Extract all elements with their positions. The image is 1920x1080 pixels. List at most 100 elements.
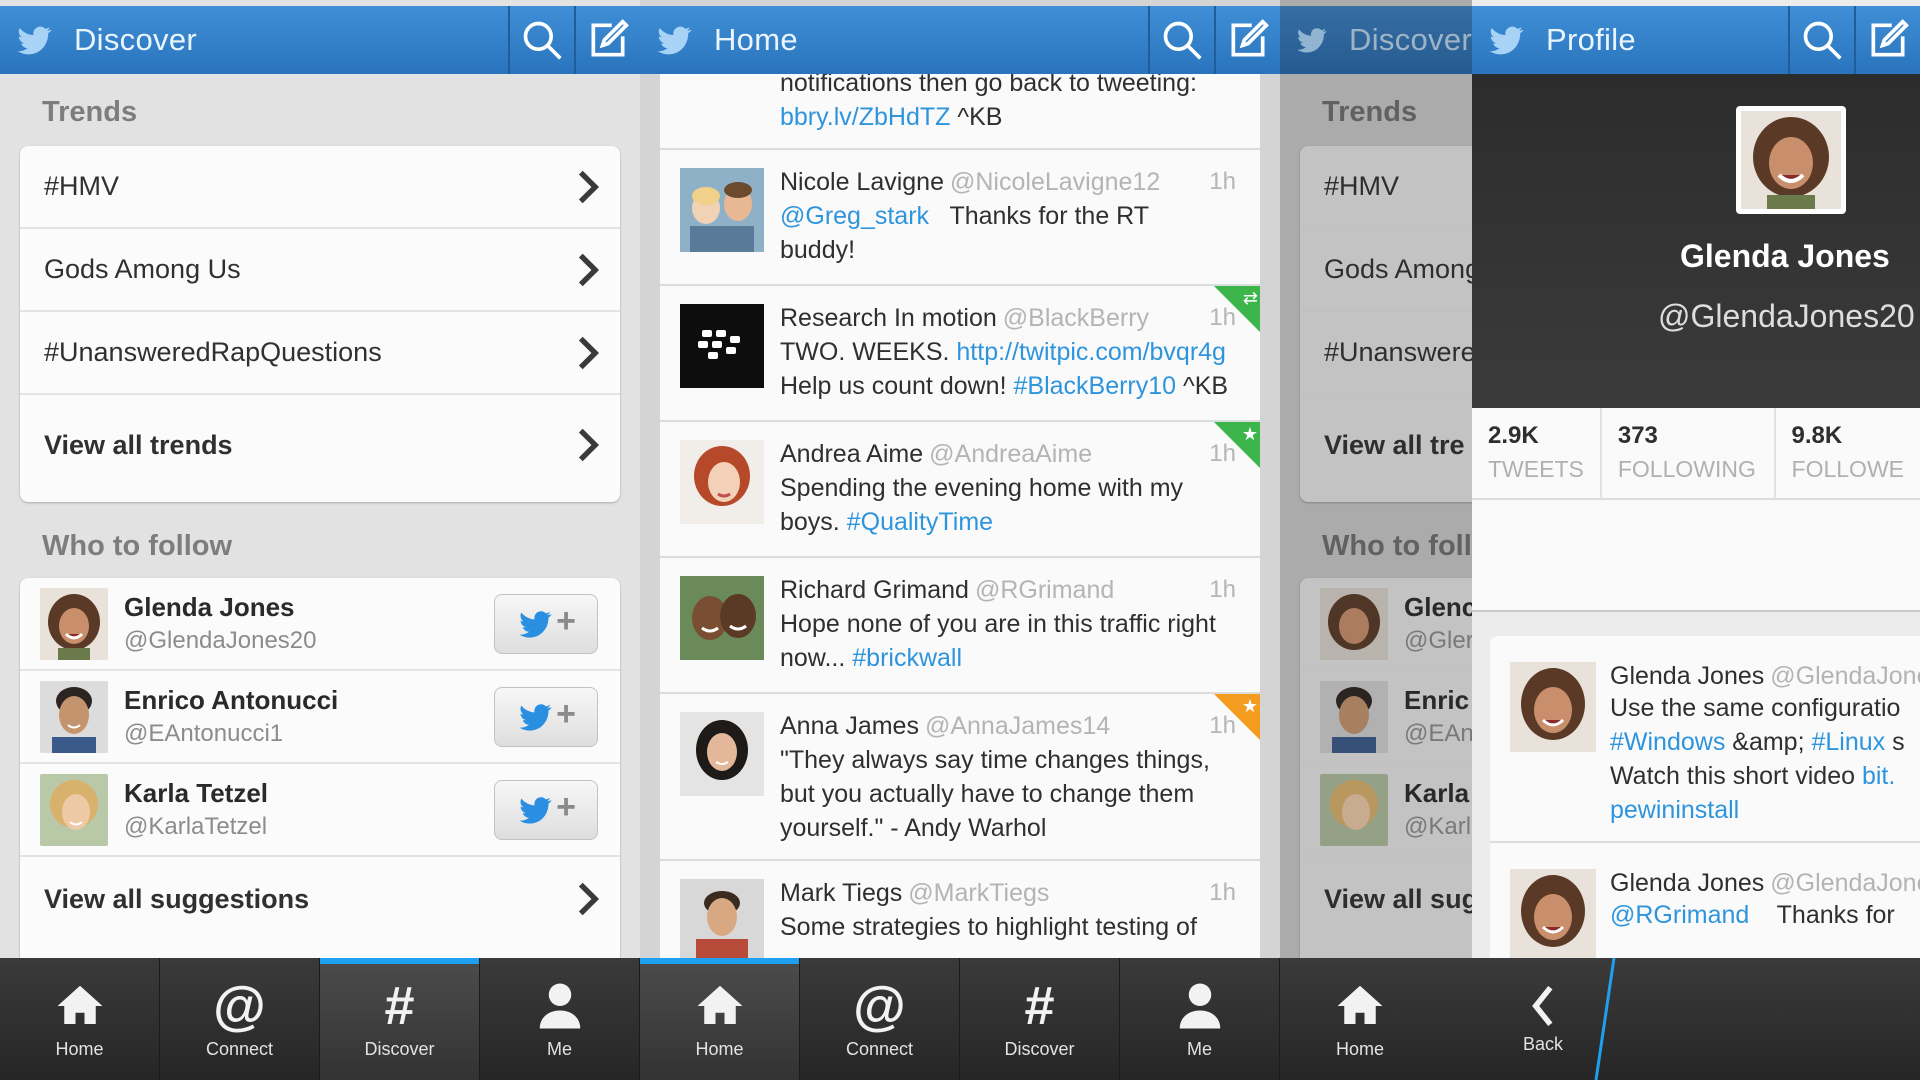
tweet-text: Hope none of you are in this traffic rig… [780, 610, 1216, 672]
compose-icon [1871, 19, 1909, 57]
suggestion-row[interactable]: Glenc @Gler [1300, 578, 1472, 671]
compose-button[interactable] [1214, 6, 1280, 74]
follow-button[interactable]: + [494, 593, 598, 654]
tweet-link[interactable]: bit. [1862, 762, 1895, 790]
tab-home[interactable]: Home [640, 958, 800, 1080]
suggestion-row[interactable]: Glenda Jones @GlendaJones20 + [20, 578, 620, 671]
tab-connect[interactable]: @ Connect [160, 958, 320, 1080]
tweet-hashtag[interactable]: #QualityTime [847, 508, 993, 536]
trends-card: #HMV Gods Among Us #UnansweredRapQuestio… [20, 146, 620, 502]
tweet-text: Some strategies to highlight testing of [780, 913, 1197, 941]
profile-handle: @GlendaJones20 [1658, 298, 1915, 334]
tweet-partial[interactable]: notifications then go back to tweeting: b… [660, 74, 1260, 150]
tweet-hashtag[interactable]: #BlackBerry10 [1013, 372, 1176, 400]
suggestion-row[interactable]: Enrico Antonucci @EAntonucci1 + [20, 671, 620, 764]
tab-home[interactable]: Home [0, 958, 160, 1080]
profile-titlebar: Profile [1472, 6, 1920, 74]
stat-followers[interactable]: 9.8K FOLLOWE [1776, 408, 1920, 498]
view-all-suggestions[interactable]: View all suggestions [20, 857, 620, 941]
search-button[interactable] [1788, 6, 1854, 74]
trend-item[interactable]: #UnansweredRapQuestions [20, 312, 620, 395]
tab-me[interactable]: Me [1120, 958, 1280, 1080]
tweet-hashtag[interactable]: #Linux [1812, 728, 1886, 756]
home-timeline[interactable]: notifications then go back to tweeting: b… [660, 74, 1260, 958]
avatar [40, 587, 108, 660]
tweet[interactable]: Glenda Jones @GlendaJone @RGrimand Thanks… [1490, 843, 1920, 958]
trend-label: #HMV [44, 171, 120, 201]
stat-number: 9.8K [1791, 422, 1843, 449]
tweet-mention[interactable]: @Greg_stark [780, 202, 929, 230]
tweet[interactable]: ★ Anna James @AnnaJames14 1h "They always… [660, 694, 1260, 861]
tab-discover[interactable]: # Discover [960, 958, 1120, 1080]
profile-timeline[interactable]: Glenda Jones @GlendaJone Use the same con… [1490, 636, 1920, 958]
trend-item[interactable]: #Unanswere [1300, 312, 1472, 395]
screen: Discover Trends #HMV Gods Among Us #Unan… [0, 0, 1920, 1080]
follow-button[interactable]: + [494, 779, 598, 840]
compose-button[interactable] [1854, 6, 1920, 74]
tweet-handle: @RGrimand [974, 576, 1115, 604]
tweet-handle: @AndreaAime [929, 440, 1093, 468]
tweet[interactable]: ⇄ Research In motion @BlackBerry 1h TWO. … [660, 286, 1260, 422]
tab-home[interactable]: Home [1280, 958, 1440, 1080]
tab-connect[interactable]: @ Connect [800, 958, 960, 1080]
trend-item[interactable]: Gods Among [1300, 229, 1472, 312]
tweet-mention[interactable]: @RGrimand [1610, 901, 1749, 929]
trend-item[interactable]: #HMV [20, 146, 620, 229]
tweet[interactable]: Mark Tiegs @MarkTiegs 1h Some strategies … [660, 861, 1260, 958]
avatar [1510, 662, 1596, 752]
chevron-right-icon [578, 170, 600, 203]
tweet-hashtag[interactable]: #brickwall [852, 644, 962, 672]
suggestion-row[interactable]: Enric @EAn [1300, 671, 1472, 764]
tweet-handle: @MarkTiegs [908, 879, 1050, 907]
chevron-right-icon [578, 336, 600, 369]
view-all-suggestions[interactable]: View all sug [1300, 857, 1472, 941]
tweet[interactable]: Glenda Jones @GlendaJone Use the same con… [1490, 636, 1920, 843]
plus-icon: + [556, 602, 576, 640]
tweet[interactable]: Richard Grimand @RGrimand 1h Hope none of… [660, 558, 1260, 694]
profile-avatar[interactable] [1736, 106, 1846, 214]
trend-item[interactable]: Gods Among Us [20, 229, 620, 312]
stat-label: TWEETS [1488, 456, 1584, 482]
search-button[interactable] [1148, 6, 1214, 74]
suggestion-handle: @GlendaJones20 [124, 627, 317, 654]
tweet-link[interactable]: bbry.lv/ZbHdTZ [780, 103, 950, 131]
view-all-trends[interactable]: View all trends [20, 395, 620, 495]
tweet-handle: @AnnaJames14 [924, 712, 1111, 740]
compose-button[interactable] [574, 6, 640, 74]
tweet-text: Use the same configuratio #Windows &amp; … [1610, 694, 1905, 824]
stat-following[interactable]: 373 FOLLOWING [1602, 408, 1776, 498]
back-button[interactable]: Back [1480, 958, 1606, 1080]
search-button[interactable] [508, 6, 574, 74]
tab-label: Home [695, 1038, 744, 1059]
trend-item[interactable]: #HMV [1300, 146, 1472, 229]
tab-discover[interactable]: # Discover [320, 958, 480, 1080]
profile-pane: Profile Glenda Jones @GlendaJones20 2.9K… [1472, 0, 1920, 1080]
tab-label: Discover [364, 1038, 435, 1059]
tweet-link[interactable]: http://twitpic.com/bvqr4g [956, 338, 1226, 366]
suggestion-row[interactable]: Karla @Karl [1300, 764, 1472, 857]
suggestion-name: Enrico Antonucci [124, 685, 339, 715]
stat-tweets[interactable]: 2.9K TWEETS [1472, 408, 1602, 498]
twitter-bird-icon [519, 796, 552, 824]
tab-me[interactable]: Me [480, 958, 640, 1080]
view-all-trends[interactable]: View all tre [1300, 395, 1472, 495]
tweet-text: @Greg_stark Thanks for the RT buddy! [780, 202, 1150, 264]
trends-heading: Trends [42, 96, 138, 128]
tweet-hashtag[interactable]: #Windows [1610, 728, 1725, 756]
tweet-link[interactable]: pewininstall [1610, 796, 1739, 824]
bottom-tab-bar: Home @ Connect # Discover Me Home @ Conn… [0, 958, 1920, 1080]
tweet-time: 1h [1209, 712, 1236, 739]
search-icon [523, 21, 562, 60]
tweet-author: Mark Tiegs [780, 879, 903, 907]
suggestions-card: Glenc @Gler Enric @EAn Karla @Karl View all… [1300, 578, 1472, 978]
home-title: Home [714, 22, 798, 57]
tweet[interactable]: Nicole Lavigne @NicoleLavigne12 1h @Greg_… [660, 150, 1260, 286]
tweet-text: Spending the evening home with my boys. #… [780, 474, 1184, 536]
follow-button[interactable]: + [494, 686, 598, 747]
tweet-text: notifications then go back to tweeting: b… [780, 74, 1197, 131]
profile-title: Profile [1546, 22, 1636, 57]
avatar [680, 168, 764, 252]
suggestion-row[interactable]: Karla Tetzel @KarlaTetzel + [20, 764, 620, 857]
stat-label: FOLLOWING [1617, 456, 1756, 482]
tweet[interactable]: ★ Andrea Aime @AndreaAime 1h Spending the… [660, 422, 1260, 558]
